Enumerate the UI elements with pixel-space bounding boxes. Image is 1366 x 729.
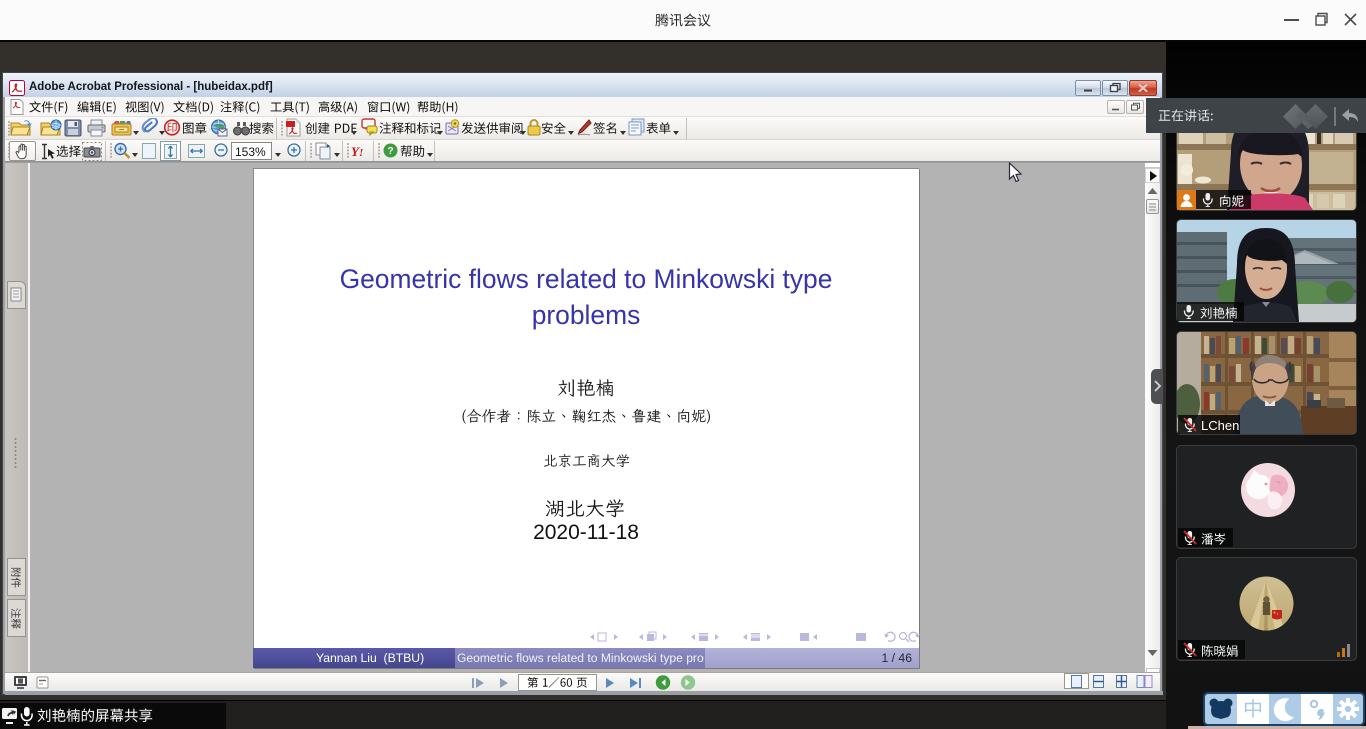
svg-text:?: ? <box>387 146 393 157</box>
